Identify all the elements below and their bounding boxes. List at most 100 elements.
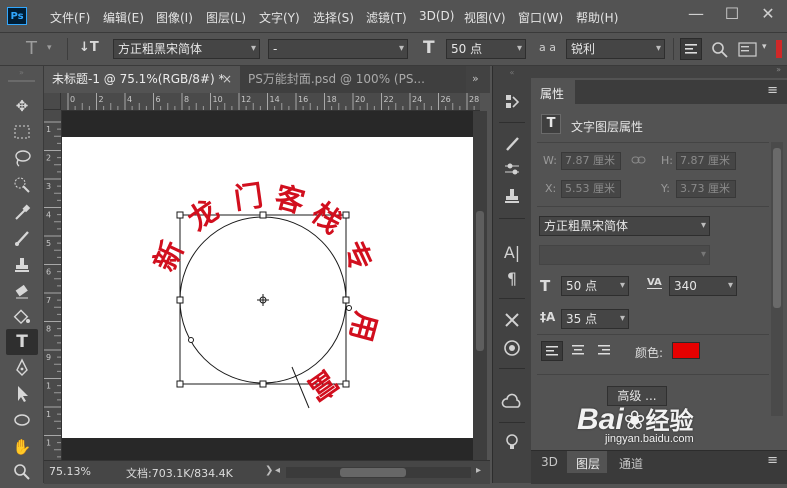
history-icon[interactable] xyxy=(501,92,523,114)
pen-tool-icon[interactable] xyxy=(10,358,34,380)
anti-alias-select[interactable]: 锐利 ▾ xyxy=(566,39,665,59)
menu-window[interactable]: 窗口(W) xyxy=(518,9,563,26)
ruler-label: 10 xyxy=(213,95,223,104)
scroll-left-icon[interactable]: ◂ xyxy=(275,465,280,476)
path-anchor[interactable] xyxy=(188,337,194,343)
height-field[interactable]: 7.87 厘米 xyxy=(676,152,736,170)
marquee-tool-icon[interactable] xyxy=(10,122,34,144)
panel-font-family-select[interactable]: 方正粗黑宋简体 ▾ xyxy=(539,216,710,236)
path-selection-tool-icon[interactable] xyxy=(10,384,34,406)
learn-bulb-icon[interactable] xyxy=(501,432,523,454)
collapse-icon[interactable]: » xyxy=(4,69,39,77)
menu-layer[interactable]: 图层(L) xyxy=(206,9,246,26)
link-icon[interactable] xyxy=(631,154,647,166)
paint-bucket-tool-icon[interactable] xyxy=(10,307,34,329)
eraser-tool-icon[interactable] xyxy=(10,281,34,303)
close-button[interactable]: ✕ xyxy=(751,0,785,30)
width-field[interactable]: 7.87 厘米 xyxy=(561,152,621,170)
text-orientation-icon[interactable]: ↓T xyxy=(79,40,99,55)
zoom-level[interactable]: 75.13% xyxy=(49,465,91,478)
search-icon[interactable] xyxy=(711,41,729,59)
circle-char[interactable]: 门 xyxy=(232,179,265,216)
align-center-button[interactable] xyxy=(568,341,590,361)
font-family-select[interactable]: 方正粗黑宋简体 ▾ xyxy=(113,39,260,59)
menu-help[interactable]: 帮助(H) xyxy=(576,9,618,26)
eyedropper-tool-icon[interactable] xyxy=(10,202,34,224)
brush-tool-icon[interactable] xyxy=(10,228,34,250)
zoom-tool-icon[interactable] xyxy=(10,462,34,484)
panel-menu-icon[interactable]: ≡ xyxy=(767,83,778,98)
brush-settings-icon[interactable] xyxy=(501,160,523,182)
menu-3d[interactable]: 3D(D) xyxy=(419,9,454,23)
vertical-scrollbar[interactable] xyxy=(473,111,487,460)
scroll-right-icon[interactable]: ▸ xyxy=(476,465,481,476)
menu-select[interactable]: 选择(S) xyxy=(313,9,354,26)
tracking-select[interactable]: 340 ▾ xyxy=(669,276,737,296)
align-left-button[interactable] xyxy=(541,341,563,361)
tab-properties[interactable]: 属性 xyxy=(531,80,575,104)
ruler-label: 1 xyxy=(46,125,51,134)
canvas-area[interactable]: 新 龙 门 客 栈 专 用 富 xyxy=(62,111,480,460)
font-size-select[interactable]: 50 点 ▾ xyxy=(446,39,526,59)
workspace-chevron-icon[interactable]: ▾ xyxy=(762,42,767,52)
menu-type[interactable]: 文字(Y) xyxy=(259,9,300,26)
menu-image[interactable]: 图像(I) xyxy=(156,9,193,26)
panel-font-size-select[interactable]: 50 点 ▾ xyxy=(561,276,629,296)
quick-selection-tool-icon[interactable] xyxy=(10,175,34,197)
scroll-thumb[interactable] xyxy=(476,211,484,351)
type-tool-preset-icon[interactable]: T xyxy=(26,38,37,59)
adjustments-icon[interactable] xyxy=(501,338,523,360)
horizontal-scrollbar[interactable] xyxy=(286,467,471,478)
more-tabs-icon[interactable]: » xyxy=(472,72,479,85)
canvas-svg[interactable]: 新 龙 门 客 栈 专 用 富 xyxy=(62,111,480,460)
ruler-label: 24 xyxy=(412,95,422,104)
collapse-icon[interactable]: « xyxy=(497,69,527,77)
ruler-label: 20 xyxy=(355,95,365,104)
character-panel-icon[interactable]: A| xyxy=(501,242,523,264)
ellipse-tool-icon[interactable] xyxy=(10,410,34,432)
menu-edit[interactable]: 编辑(E) xyxy=(103,9,144,26)
scroll-thumb[interactable] xyxy=(773,148,781,308)
font-family-value: 方正粗黑宋简体 xyxy=(118,42,203,56)
menu-file[interactable]: 文件(F) xyxy=(50,9,90,26)
creative-cloud-icon[interactable] xyxy=(501,393,523,415)
workspace-icon[interactable] xyxy=(738,42,758,58)
panel-font-style-select[interactable]: ▾ xyxy=(539,245,710,265)
chevron-right-icon[interactable]: ❯ xyxy=(265,465,273,476)
lasso-tool-icon[interactable] xyxy=(10,148,34,170)
tab-layers[interactable]: 图层 xyxy=(576,455,600,472)
type-tool-icon[interactable]: T xyxy=(6,329,38,355)
align-left-button[interactable] xyxy=(680,38,702,60)
tab-untitled-1[interactable]: 未标题-1 @ 75.1%(RGB/8#) * × xyxy=(44,66,240,93)
clone-source-icon[interactable] xyxy=(501,186,523,208)
panel-menu-icon[interactable]: ≡ xyxy=(767,453,778,468)
brush-presets-icon[interactable] xyxy=(501,134,523,156)
font-style-select[interactable]: - ▾ xyxy=(268,39,408,59)
close-tab-icon[interactable]: × xyxy=(222,66,232,93)
panel-scrollbar[interactable] xyxy=(771,142,783,416)
preset-chevron-icon[interactable]: ▾ xyxy=(47,43,52,53)
ruler-label: 1 xyxy=(46,439,51,448)
move-tool-icon[interactable]: ✥ xyxy=(10,95,34,117)
minimize-button[interactable]: — xyxy=(679,0,713,30)
tab-channels[interactable]: 通道 xyxy=(619,455,643,472)
tab-3d[interactable]: 3D xyxy=(541,455,558,469)
document-canvas[interactable] xyxy=(62,137,473,438)
hand-tool-icon[interactable]: ✋ xyxy=(10,436,34,458)
tool-presets-icon[interactable] xyxy=(501,310,523,332)
collapse-icon[interactable]: » xyxy=(776,65,781,74)
menu-filter[interactable]: 滤镜(T) xyxy=(366,9,407,26)
menu-view[interactable]: 视图(V) xyxy=(464,9,506,26)
align-right-button[interactable] xyxy=(594,341,616,361)
paragraph-panel-icon[interactable]: ¶ xyxy=(501,268,523,290)
tab-ps-cover[interactable]: PS万能封面.psd @ 100% (PS... xyxy=(240,66,466,93)
stamp-tool-icon[interactable] xyxy=(10,255,34,277)
maximize-button[interactable]: ☐ xyxy=(715,0,749,30)
ruler-label: 7 xyxy=(46,296,51,305)
ruler-origin[interactable] xyxy=(44,93,61,110)
scroll-thumb[interactable] xyxy=(340,468,406,477)
y-field[interactable]: 3.73 厘米 xyxy=(676,180,736,198)
leading-select[interactable]: 35 点 ▾ xyxy=(561,309,629,329)
x-field[interactable]: 5.53 厘米 xyxy=(561,180,621,198)
text-color-swatch[interactable] xyxy=(672,342,700,359)
